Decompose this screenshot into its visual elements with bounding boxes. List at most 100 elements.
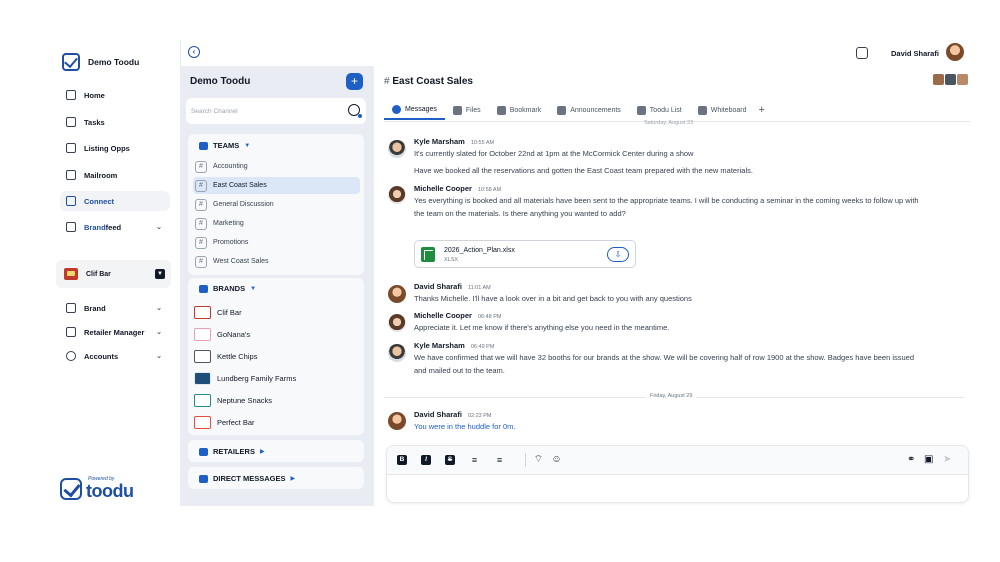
team-channel[interactable]: # Marketing xyxy=(193,215,360,232)
channel-name: East Coast Sales xyxy=(392,76,473,87)
retailers-header[interactable]: RETAILERS ▶ xyxy=(199,447,265,456)
list-icon xyxy=(636,105,646,115)
attach-icon[interactable]: ⌔ xyxy=(533,455,544,465)
tab-messages[interactable]: Messages xyxy=(384,100,445,120)
team-channel[interactable]: # Promotions xyxy=(193,234,360,251)
nav-home[interactable]: Home xyxy=(60,85,170,105)
dm-header[interactable]: DIRECT MESSAGES ▶ xyxy=(199,474,295,483)
messages-icon xyxy=(392,104,401,114)
tab-toodu-list[interactable]: Toodu List xyxy=(629,100,690,120)
brand-channel[interactable]: Perfect Bar xyxy=(194,413,255,431)
tab-announcements[interactable]: Announcements xyxy=(549,100,629,120)
workspace-header[interactable]: Demo Toodu xyxy=(62,53,139,71)
avatar[interactable] xyxy=(388,314,406,332)
home-icon xyxy=(66,90,76,100)
file-attachment[interactable]: 2026_Action_Plan.xlsx XLSX ⇩ xyxy=(414,240,636,268)
chat-icon xyxy=(66,196,76,206)
add-channel-button[interactable]: + xyxy=(346,73,363,90)
user-avatar[interactable] xyxy=(946,43,964,61)
brand-channel[interactable]: Lundberg Family Farms xyxy=(194,369,296,387)
brands-header[interactable]: BRANDS ▼ xyxy=(199,284,256,293)
teams-section: TEAMS ▼ # Accounting # East Coast Sales … xyxy=(188,134,364,275)
channel-members[interactable] xyxy=(932,74,968,85)
toodu-logo-icon xyxy=(62,53,80,71)
video-icon[interactable]: ▣ xyxy=(924,454,933,466)
headphones-icon[interactable]: ⚭ xyxy=(907,454,915,466)
search-channel-input[interactable]: Search Channel xyxy=(186,98,366,124)
send-icon[interactable]: ➤ xyxy=(943,454,951,466)
retailer-icon xyxy=(66,327,76,337)
brand-logo xyxy=(194,327,211,341)
strikethrough-button[interactable]: S xyxy=(445,455,455,465)
avatar[interactable] xyxy=(388,186,406,204)
nav-listing-opps[interactable]: Listing Opps xyxy=(60,138,170,158)
message-time: 06:49 PM xyxy=(470,344,495,350)
team-label: West Coast Sales xyxy=(213,258,269,265)
message-author: David Sharafi 11:01 AM xyxy=(414,282,491,291)
message-text: We have confirmed that we will have 32 b… xyxy=(414,353,915,362)
message-author: Michelle Cooper 06:48 PM xyxy=(414,311,502,320)
brand-selector[interactable]: Clif Bar ▼ xyxy=(56,260,171,288)
brand-label: Clif Bar xyxy=(217,307,242,317)
caret-right-icon: ▶ xyxy=(290,476,296,482)
clif-bar-logo xyxy=(64,268,78,280)
tab-whiteboard[interactable]: Whiteboard xyxy=(690,100,755,120)
date-separator: Friday, August 29 xyxy=(646,393,697,399)
collapse-back-icon[interactable]: ‹ xyxy=(188,46,200,58)
brand-label: Kettle Chips xyxy=(217,351,258,361)
nav-accounts[interactable]: Accounts ⌄ xyxy=(60,346,170,366)
search-placeholder: Search Channel xyxy=(191,108,238,115)
dm-icon xyxy=(199,474,208,483)
brand-channel[interactable]: Kettle Chips xyxy=(194,347,257,365)
hash-icon: # xyxy=(195,179,207,192)
download-icon[interactable]: ⇩ xyxy=(607,247,629,262)
avatar[interactable] xyxy=(388,285,406,303)
avatar[interactable] xyxy=(388,344,406,362)
tab-bookmark[interactable]: Bookmark xyxy=(489,100,550,120)
bold-button[interactable]: B xyxy=(397,455,407,465)
team-channel[interactable]: # General Discussion xyxy=(193,196,360,213)
powered-brand-text: toodu xyxy=(86,481,134,501)
team-label: Marketing xyxy=(213,220,244,227)
member-avatar xyxy=(933,74,944,85)
nav-label: Connect xyxy=(84,196,114,206)
nav-retailer-manager[interactable]: Retailer Manager ⌄ xyxy=(60,322,170,342)
dm-section[interactable]: DIRECT MESSAGES ▶ xyxy=(188,467,364,489)
message-composer[interactable]: B I S ≡ ≡ ⌔ ☺ ⚭ ▣ ➤ xyxy=(386,445,969,503)
team-channel[interactable]: # Accounting xyxy=(193,158,360,175)
nav-brandfeed[interactable]: Brandfeed ⌄ xyxy=(60,217,170,237)
message-text: Appreciate it. Let me know if there's an… xyxy=(414,323,670,332)
brand-channel[interactable]: Neptune Snacks xyxy=(194,391,272,409)
nav-brand[interactable]: Brand ⌄ xyxy=(60,298,170,318)
italic-button[interactable]: I xyxy=(421,455,431,465)
nav-mailroom[interactable]: Mailroom xyxy=(60,165,170,185)
message-text: It's currently slated for October 22nd a… xyxy=(414,149,694,158)
channel-tabs: Messages Files Bookmark Announcements To… xyxy=(384,100,765,120)
brand-channel[interactable]: GoNana's xyxy=(194,325,250,343)
nav-connect[interactable]: Connect xyxy=(60,191,170,211)
brand-label: Perfect Bar xyxy=(217,417,255,427)
message-author: David Sharafi 02:23 PM xyxy=(414,410,492,419)
message-author: Kyle Marsham 06:49 PM xyxy=(414,341,495,350)
brand-channel[interactable]: Clif Bar xyxy=(194,303,242,321)
avatar[interactable] xyxy=(388,140,406,158)
numbered-list-icon[interactable]: ≡ xyxy=(494,455,505,465)
team-channel[interactable]: # West Coast Sales xyxy=(193,253,360,270)
chevron-down-icon: ⌄ xyxy=(156,329,162,336)
team-channel-active[interactable]: # East Coast Sales xyxy=(193,177,360,194)
emoji-icon[interactable]: ☺ xyxy=(551,455,562,465)
spreadsheet-icon xyxy=(421,247,435,262)
teams-header[interactable]: TEAMS ▼ xyxy=(199,141,250,150)
brands-section: BRANDS ▼ Clif Bar GoNana's Kettle Chips … xyxy=(188,278,364,435)
retailers-section[interactable]: RETAILERS ▶ xyxy=(188,440,364,462)
hash-icon: # xyxy=(195,160,207,173)
nav-label: Tasks xyxy=(84,117,105,127)
nav-label: Brandfeed xyxy=(84,222,122,232)
avatar[interactable] xyxy=(388,412,406,430)
add-tab-button[interactable]: + xyxy=(755,104,765,116)
date-separator-top: Saturday, August 23 xyxy=(644,120,694,126)
nav-tasks[interactable]: Tasks xyxy=(60,112,170,132)
panel-toggle-icon[interactable] xyxy=(856,47,868,59)
bullet-list-icon[interactable]: ≡ xyxy=(469,455,480,465)
tab-files[interactable]: Files xyxy=(445,100,489,120)
